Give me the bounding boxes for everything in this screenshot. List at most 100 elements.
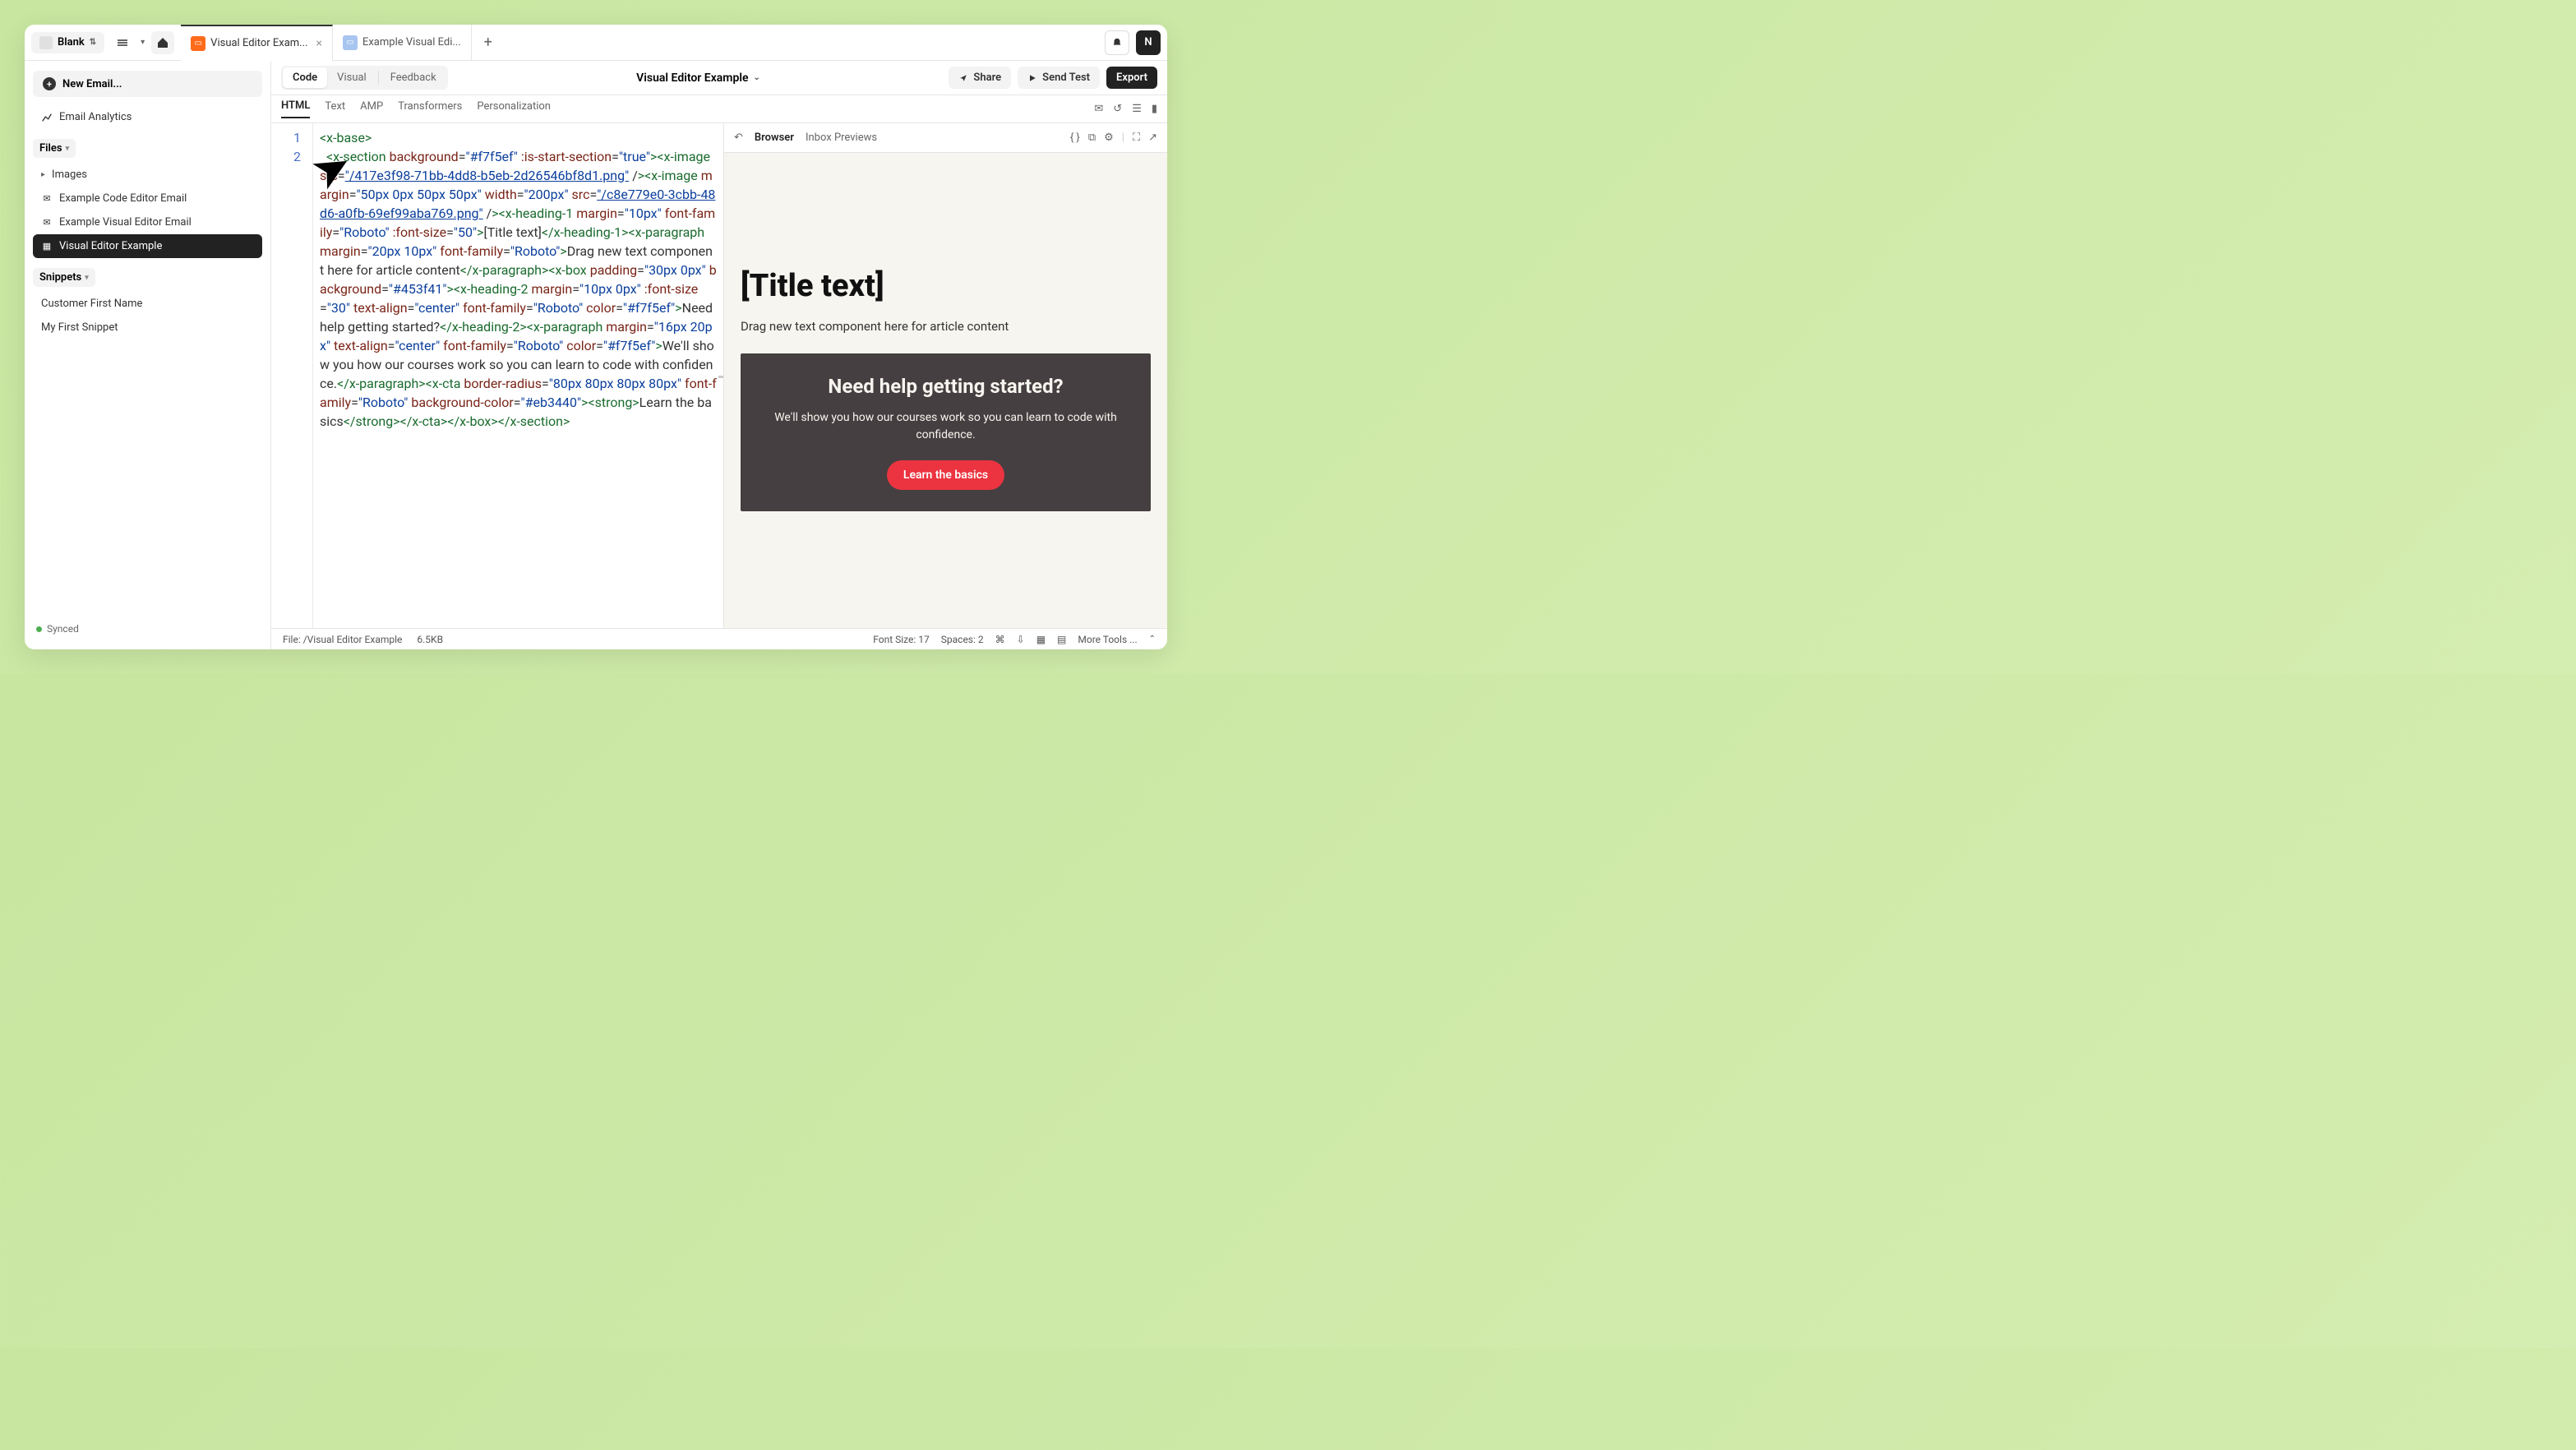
envelope-icon[interactable]: ✉ [1094, 103, 1103, 115]
grid-icon[interactable]: ▤ [1057, 634, 1066, 645]
tabs: ▭ Visual Editor Exam... × ▭ Example Visu… [181, 25, 505, 61]
toolbar-right: Share Send Test Export [949, 67, 1157, 89]
chevron-down-icon[interactable]: ▾ [141, 38, 145, 47]
top-right: N [1105, 30, 1161, 55]
tab-example-visual-editor[interactable]: ▭ Example Visual Edi... [333, 25, 472, 61]
document-title-dropdown[interactable]: Visual Editor Example ⌄ [636, 72, 760, 85]
split-view: ➤ 1 2 <x-base> <x-section background="#f… [271, 123, 1167, 628]
mode-visual-button[interactable]: Visual [327, 67, 376, 88]
user-avatar[interactable]: N [1136, 30, 1161, 55]
line-gutter: 1 2 [271, 123, 312, 628]
tab-visual-editor-example[interactable]: ▭ Visual Editor Exam... × [181, 25, 333, 61]
app-window: Blank ⇅ ▾ ▭ Visual Editor Exam... × ▭ Ex… [25, 25, 1167, 649]
subtab-icons: ✉ ↺ ☰ ▮ [1094, 103, 1157, 115]
preview-tab-inbox[interactable]: Inbox Previews [806, 132, 877, 144]
sync-status: Synced [33, 618, 262, 640]
caret-icon: ▾ [85, 274, 89, 282]
blank-icon [39, 36, 53, 49]
preview-cta-button[interactable]: Learn the basics [887, 460, 1004, 490]
panel-icon[interactable]: ▮ [1152, 103, 1157, 115]
copy-icon[interactable]: ⧉ [1088, 132, 1096, 144]
play-icon [1027, 73, 1037, 83]
orange-file-icon: ▭ [191, 36, 205, 51]
split-handle[interactable] [718, 376, 723, 378]
history-icon[interactable]: ↺ [1113, 103, 1122, 115]
export-button[interactable]: Export [1106, 67, 1157, 89]
blank-label: Blank [58, 36, 85, 48]
share-icon [958, 73, 968, 83]
undo-icon[interactable]: ↶ [734, 132, 743, 144]
separator [378, 71, 379, 85]
preview-tab-browser[interactable]: Browser [755, 132, 794, 144]
download-icon[interactable]: ⇩ [1017, 634, 1025, 645]
mode-feedback-button[interactable]: Feedback [381, 67, 446, 88]
image-icon[interactable]: ▦ [1036, 634, 1046, 645]
more-tools[interactable]: More Tools ... [1078, 634, 1137, 645]
sidebar-item-images[interactable]: ▸ Images [33, 163, 262, 187]
preview-help-text: We'll show you how our courses work so y… [757, 409, 1134, 444]
snippet-item-1[interactable]: My First Snippet [33, 316, 262, 339]
sidebar-item-analytics[interactable]: Email Analytics [33, 105, 262, 129]
preview-bar: ↶ Browser Inbox Previews { } ⧉ ⚙ | ⛶ ↗ [724, 123, 1167, 153]
notifications-button[interactable] [1105, 30, 1129, 55]
code-content[interactable]: <x-base> <x-section background="#f7f5ef"… [312, 123, 723, 628]
email-icon: ✉ [41, 217, 53, 229]
status-spaces[interactable]: Spaces: 2 [941, 634, 984, 645]
mode-code-button[interactable]: Code [283, 67, 327, 88]
tab-label: Visual Editor Exam... [210, 37, 307, 49]
status-cmd[interactable]: ⌘ [995, 634, 1005, 645]
files-section-header[interactable]: Files ▾ [33, 139, 76, 158]
subtab-html[interactable]: HTML [281, 99, 310, 118]
status-file: File: /Visual Editor Example [283, 634, 402, 645]
top-bar: Blank ⇅ ▾ ▭ Visual Editor Exam... × ▭ Ex… [25, 25, 1167, 61]
images-label: Images [52, 169, 87, 181]
caret-icon: ▾ [66, 145, 70, 153]
file-item-1[interactable]: ✉ Example Visual Editor Email [33, 210, 262, 234]
layout-icon: ▦ [41, 241, 53, 252]
list-icon[interactable]: ☰ [1132, 103, 1142, 115]
preview-help-heading: Need help getting started? [757, 375, 1134, 398]
subtab-text[interactable]: Text [325, 100, 345, 118]
analytics-label: Email Analytics [59, 111, 132, 123]
subtab-transformers[interactable]: Transformers [398, 100, 462, 118]
chevron-up-icon[interactable]: ⌃ [1149, 635, 1156, 644]
subtab-personalization[interactable]: Personalization [477, 100, 551, 118]
code-subtabs: HTML Text AMP Transformers Personalizati… [271, 95, 1167, 123]
snippets-section-header[interactable]: Snippets ▾ [33, 268, 95, 287]
editor-toolbar: Code Visual Feedback Visual Editor Examp… [271, 61, 1167, 95]
editor-area: Code Visual Feedback Visual Editor Examp… [271, 61, 1167, 649]
external-icon[interactable]: ↗ [1148, 132, 1157, 144]
preview-paragraph: Drag new text component here for article… [741, 319, 1151, 334]
maximize-icon[interactable]: ⛶ [1133, 132, 1140, 144]
chevron-down-icon: ⌄ [754, 73, 760, 82]
new-email-label: New Email... [62, 78, 122, 90]
chart-icon [41, 112, 53, 123]
sliders-icon[interactable]: ⚙ [1104, 132, 1114, 144]
preview-title: [Title text] [741, 268, 1151, 304]
email-icon: ✉ [41, 193, 53, 205]
tab-label: Example Visual Edi... [362, 36, 461, 48]
main: + New Email... Email Analytics Files ▾ ▸… [25, 61, 1167, 649]
blank-project-button[interactable]: Blank ⇅ [31, 32, 104, 53]
status-dot-icon [36, 626, 42, 632]
close-icon[interactable]: × [316, 37, 321, 50]
preview-content: [Title text] Drag new text component her… [724, 153, 1167, 628]
mode-switcher: Code Visual Feedback [281, 66, 448, 90]
status-size: 6.5KB [417, 634, 443, 645]
share-button[interactable]: Share [949, 67, 1011, 89]
send-test-button[interactable]: Send Test [1018, 67, 1100, 89]
updown-icon: ⇅ [90, 38, 96, 47]
braces-icon[interactable]: { } [1070, 132, 1080, 144]
new-email-button[interactable]: + New Email... [33, 71, 262, 97]
chevron-right-icon: ▸ [41, 170, 45, 179]
snippet-item-0[interactable]: Customer First Name [33, 292, 262, 316]
subtab-amp[interactable]: AMP [360, 100, 383, 118]
code-editor[interactable]: ➤ 1 2 <x-base> <x-section background="#f… [271, 123, 723, 628]
home-button[interactable] [151, 31, 174, 54]
add-tab-button[interactable]: + [472, 34, 505, 51]
layers-button[interactable] [111, 31, 134, 54]
status-font-size[interactable]: Font Size: 17 [873, 634, 930, 645]
file-item-2[interactable]: ▦ Visual Editor Example [33, 234, 262, 258]
file-item-0[interactable]: ✉ Example Code Editor Email [33, 187, 262, 210]
blue-file-icon: ▭ [343, 35, 358, 50]
